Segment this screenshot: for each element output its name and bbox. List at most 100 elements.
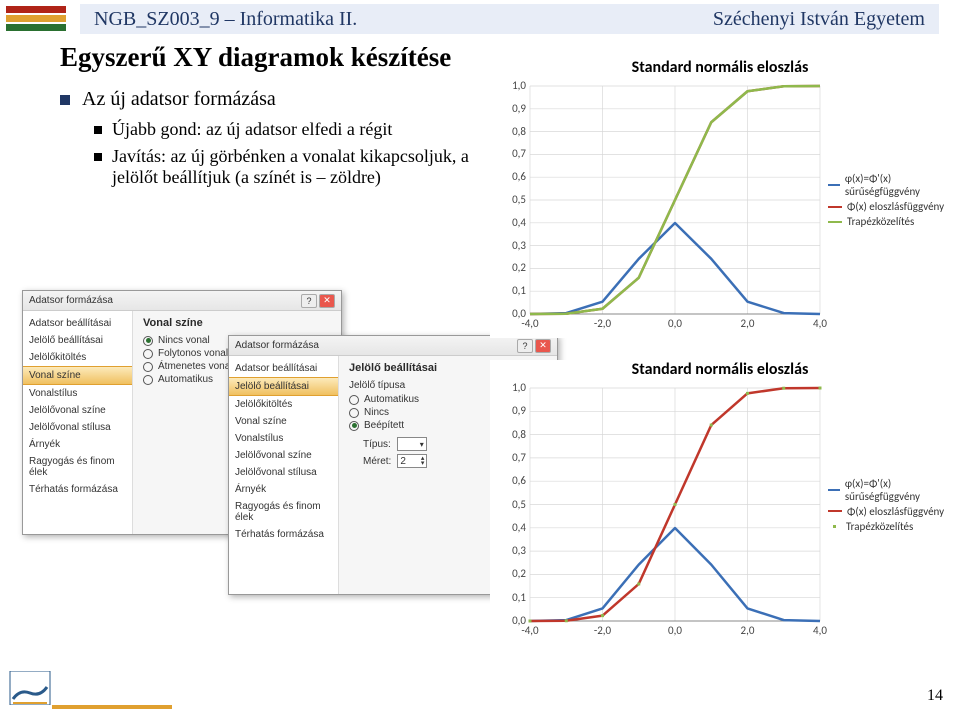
nav-item[interactable]: Jelölő beállításai — [229, 377, 338, 396]
legend-swatch-icon — [828, 510, 842, 512]
radio-label: Automatikus — [158, 374, 213, 385]
chart-title: Standard normális eloszlás — [490, 58, 950, 77]
nav-item[interactable]: Vonal színe — [229, 413, 338, 430]
legend-swatch-icon — [828, 184, 840, 186]
nav-item[interactable]: Adatsor beállításai — [229, 360, 338, 377]
radio-label: Nincs — [364, 407, 389, 418]
x-tick-label: 2,0 — [733, 624, 763, 637]
dialog-titlebar[interactable]: Adatsor formázása ? ✕ — [229, 336, 557, 356]
radio-label: Nincs vonal — [158, 335, 210, 346]
nav-item[interactable]: Jelölőkitöltés — [229, 396, 338, 413]
chart-1: Standard normális eloszlás 0,00,10,20,30… — [490, 58, 950, 338]
dialog-nav: Adatsor beállításaiJelölő beállításaiJel… — [23, 311, 133, 534]
plot-area: 0,00,10,20,30,40,50,60,70,80,91,0-4,0-2,… — [490, 383, 950, 643]
nav-item[interactable]: Árnyék — [229, 481, 338, 498]
y-tick-label: 0,5 — [496, 498, 526, 511]
bullet-icon — [94, 153, 102, 161]
y-tick-label: 0,6 — [496, 170, 526, 183]
header-stripes — [6, 6, 66, 31]
stripe-gold — [52, 705, 172, 709]
nav-item[interactable]: Térhatás formázása — [23, 481, 132, 498]
university-logo-icon — [8, 671, 52, 705]
legend-label: Trapézközelítés — [846, 520, 913, 533]
bullet-1: Az új adatsor formázása — [60, 88, 470, 111]
y-tick-label: 1,0 — [496, 79, 526, 92]
size-value: 2 — [400, 456, 406, 467]
legend-item: Trapézközelítés — [828, 215, 950, 228]
legend-swatch-icon — [833, 525, 836, 528]
nav-item[interactable]: Jelölővonal stílusa — [23, 419, 132, 436]
help-icon[interactable]: ? — [301, 294, 317, 308]
radio-icon — [143, 362, 153, 372]
legend-label: φ(x)=Φ'(x) sűrűségfüggvény — [845, 477, 950, 503]
nav-item[interactable]: Jelölővonal színe — [23, 402, 132, 419]
chart-title: Standard normális eloszlás — [490, 360, 950, 379]
bullet-text: Az új adatsor formázása — [82, 88, 276, 111]
stripe-gold — [6, 15, 66, 22]
y-tick-label: 0,7 — [496, 147, 526, 160]
y-tick-label: 0,2 — [496, 567, 526, 580]
marker-size-spinner[interactable]: 2 ▴▾ — [397, 454, 427, 468]
chart-legend: φ(x)=Φ'(x) sűrűségfüggvény Φ(x) eloszlásf… — [828, 475, 950, 535]
y-tick-label: 1,0 — [496, 381, 526, 394]
radio-icon — [349, 421, 359, 431]
legend-item: φ(x)=Φ'(x) sűrűségfüggvény — [828, 477, 950, 503]
legend-swatch-icon — [828, 221, 842, 223]
radio-label: Folytonos vonal — [158, 348, 228, 359]
footer-stripes — [52, 703, 172, 713]
x-tick-label: 4,0 — [805, 317, 835, 330]
dialog-titlebar[interactable]: Adatsor formázása ? ✕ — [23, 291, 341, 311]
nav-item[interactable]: Ragyogás és finom élek — [23, 453, 132, 481]
title-bar: NGB_SZ003_9 – Informatika II. Széchenyi … — [80, 4, 939, 34]
legend-item: Φ(x) eloszlásfüggvény — [828, 505, 950, 518]
university-name: Széchenyi István Egyetem — [713, 8, 925, 31]
y-tick-label: 0,4 — [496, 216, 526, 229]
plot-area: 0,00,10,20,30,40,50,60,70,80,91,0-4,0-2,… — [490, 81, 950, 336]
radio-icon — [143, 375, 153, 385]
nav-item[interactable]: Árnyék — [23, 436, 132, 453]
radio-label: Átmenetes vonal — [158, 361, 233, 372]
y-tick-label: 0,1 — [496, 591, 526, 604]
bullet-text: Újabb gond: az új adatsor elfedi a régit — [112, 119, 392, 140]
dropdown-icon: ▾ — [420, 440, 424, 449]
marker-type-select[interactable]: ▾ — [397, 437, 427, 451]
nav-item[interactable]: Jelölő beállításai — [23, 332, 132, 349]
close-icon[interactable]: ✕ — [319, 294, 335, 308]
x-tick-label: 2,0 — [733, 317, 763, 330]
legend-label: φ(x)=Φ'(x) sűrűségfüggvény — [845, 172, 950, 198]
legend-label: Φ(x) eloszlásfüggvény — [847, 200, 944, 213]
stripe-red — [6, 6, 66, 13]
x-tick-label: -4,0 — [515, 624, 545, 637]
legend-item: φ(x)=Φ'(x) sűrűségfüggvény — [828, 172, 950, 198]
radio-icon — [349, 395, 359, 405]
legend-label: Trapézközelítés — [847, 215, 914, 228]
radio-label: Automatikus — [364, 394, 419, 405]
y-tick-label: 0,5 — [496, 193, 526, 206]
close-icon[interactable]: ✕ — [535, 339, 551, 353]
type-label: Típus: — [363, 439, 391, 450]
y-tick-label: 0,6 — [496, 474, 526, 487]
dialog-title: Adatsor formázása — [29, 295, 113, 306]
help-icon[interactable]: ? — [517, 339, 533, 353]
y-tick-label: 0,2 — [496, 261, 526, 274]
bullet-icon — [94, 126, 102, 134]
slide-title: Egyszerű XY diagramok készítése — [60, 42, 451, 73]
nav-item[interactable]: Ragyogás és finom élek — [229, 498, 338, 526]
nav-item[interactable]: Térhatás formázása — [229, 526, 338, 543]
nav-item[interactable]: Jelölővonal színe — [229, 447, 338, 464]
nav-item[interactable]: Jelölőkitöltés — [23, 349, 132, 366]
nav-item[interactable]: Adatsor beállításai — [23, 315, 132, 332]
legend-label: Φ(x) eloszlásfüggvény — [847, 505, 944, 518]
legend-item: Φ(x) eloszlásfüggvény — [828, 200, 950, 213]
bullet-icon — [60, 95, 70, 105]
x-tick-label: 0,0 — [660, 317, 690, 330]
chart-2: Standard normális eloszlás 0,00,10,20,30… — [490, 360, 950, 645]
nav-item[interactable]: Vonalstílus — [229, 430, 338, 447]
nav-item[interactable]: Vonalstílus — [23, 385, 132, 402]
dialog-title: Adatsor formázása — [235, 340, 319, 351]
course-code: NGB_SZ003_9 – Informatika II. — [94, 8, 357, 31]
x-tick-label: -2,0 — [588, 624, 618, 637]
nav-item[interactable]: Vonal színe — [23, 366, 132, 385]
y-tick-label: 0,8 — [496, 125, 526, 138]
nav-item[interactable]: Jelölővonal stílusa — [229, 464, 338, 481]
